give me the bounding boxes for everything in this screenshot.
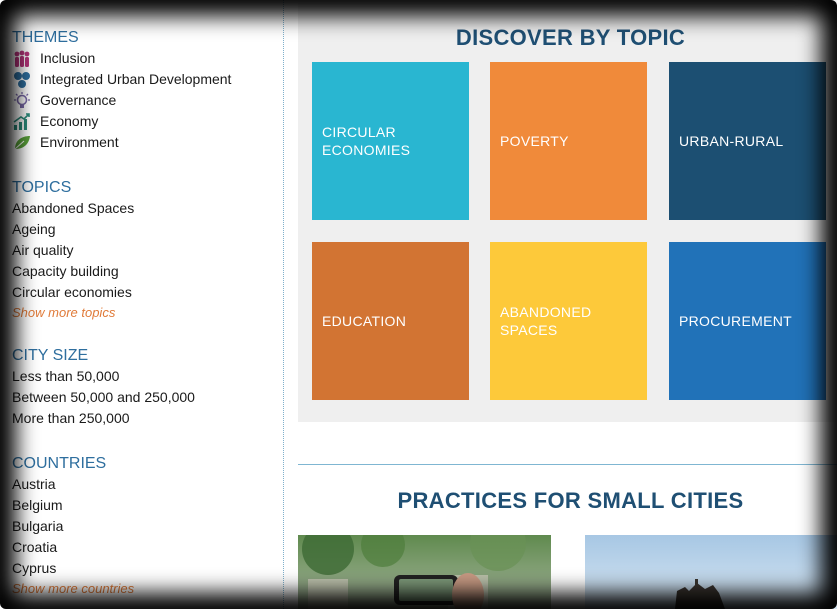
country-item[interactable]: Cyprus [12,558,134,579]
tile-label: CIRCULAR ECONOMIES [322,124,411,158]
topics-section: TOPICS Abandoned Spaces Ageing Air quali… [12,178,134,323]
theme-label: Environment [40,134,119,150]
leaf-icon [12,134,32,152]
theme-item-environment[interactable]: Environment [12,132,231,153]
country-item[interactable]: Croatia [12,537,134,558]
practice-card-image[interactable] [585,535,837,609]
growth-chart-icon [12,112,32,131]
theme-item-governance[interactable]: Governance [12,90,231,111]
theme-item-integrated-urban-development[interactable]: Integrated Urban Development [12,69,231,90]
theme-item-inclusion[interactable]: Inclusion [12,48,231,69]
themes-title: THEMES [12,29,79,46]
network-icon [12,71,32,89]
tile-label: ABANDONED SPACES [500,304,592,338]
country-item[interactable]: Belgium [12,495,134,516]
topic-item[interactable]: Air quality [12,240,134,261]
countries-section: COUNTRIES Austria Belgium Bulgaria Croat… [12,454,134,599]
filter-sidebar: THEMES Inclusion Integrated Urban Develo… [0,0,284,609]
city-size-item[interactable]: More than 250,000 [12,408,195,429]
theme-label: Governance [40,92,117,108]
people-icon [12,50,32,68]
show-more-countries-link[interactable]: Show more countries [12,579,134,599]
topic-item[interactable]: Abandoned Spaces [12,198,134,219]
topic-item[interactable]: Ageing [12,219,134,240]
country-item[interactable]: Austria [12,474,134,495]
tile-circular-economies[interactable]: CIRCULAR ECONOMIES [312,62,469,220]
practice-card-image[interactable] [298,535,551,609]
tile-education[interactable]: EDUCATION [312,242,469,400]
theme-label: Inclusion [40,50,96,66]
theme-label: Economy [40,113,99,129]
discover-title: DISCOVER BY TOPIC [455,25,686,50]
city-size-section: CITY SIZE Less than 50,000 Between 50,00… [12,346,195,429]
countries-title: COUNTRIES [12,455,107,472]
lightbulb-icon [12,91,32,110]
topic-item[interactable]: Capacity building [12,261,134,282]
tile-label: EDUCATION [322,313,407,329]
city-size-item[interactable]: Between 50,000 and 250,000 [12,387,195,408]
practices-title: PRACTICES FOR SMALL CITIES [397,488,744,513]
city-size-item[interactable]: Less than 50,000 [12,366,195,387]
tile-procurement[interactable]: PROCUREMENT [669,242,826,400]
tile-urban-rural[interactable]: URBAN-RURAL [669,62,826,220]
tile-abandoned-spaces[interactable]: ABANDONED SPACES [490,242,647,400]
tile-label: URBAN-RURAL [679,133,784,149]
theme-item-economy[interactable]: Economy [12,111,231,132]
topic-item[interactable]: Circular economies [12,282,134,303]
topics-title: TOPICS [12,179,72,196]
tile-label: PROCUREMENT [679,313,792,329]
themes-section: THEMES Inclusion Integrated Urban Develo… [12,28,231,153]
tile-poverty[interactable]: POVERTY [490,62,647,220]
city-size-title: CITY SIZE [12,347,89,364]
theme-label: Integrated Urban Development [40,71,232,87]
main-content: DISCOVER BY TOPIC CIRCULAR ECONOMIES POV… [298,0,837,609]
tile-label: POVERTY [500,133,569,149]
page: THEMES Inclusion Integrated Urban Develo… [0,0,837,609]
country-item[interactable]: Bulgaria [12,516,134,537]
show-more-topics-link[interactable]: Show more topics [12,303,134,323]
section-divider [298,464,837,465]
